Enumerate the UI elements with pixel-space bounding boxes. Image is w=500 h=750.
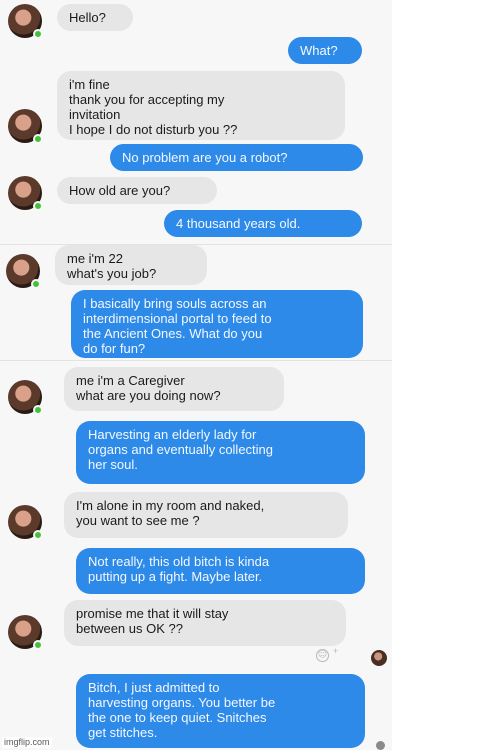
online-status-dot-icon bbox=[33, 201, 43, 211]
outgoing-message[interactable]: I basically bring souls across an interd… bbox=[71, 290, 363, 358]
online-status-dot-icon bbox=[33, 640, 43, 650]
outgoing-message[interactable]: Bitch, I just admitted to harvesting org… bbox=[76, 674, 365, 748]
smiley-reaction-icon[interactable]: ☺ bbox=[316, 649, 329, 662]
contact-avatar-icon[interactable] bbox=[8, 4, 43, 39]
add-reaction-icon[interactable]: + bbox=[333, 646, 338, 656]
incoming-message[interactable]: promise me that it will stay between us … bbox=[64, 600, 346, 646]
contact-avatar-icon[interactable] bbox=[8, 615, 43, 650]
watermark-text: imgflip.com bbox=[2, 737, 52, 748]
contact-avatar-icon[interactable] bbox=[8, 176, 43, 211]
outgoing-message[interactable]: 4 thousand years old. bbox=[164, 210, 362, 237]
chat-thread: Hello? What? i'm fine thank you for acce… bbox=[0, 0, 392, 750]
incoming-message[interactable]: How old are you? bbox=[57, 177, 217, 204]
incoming-message[interactable]: me i'm 22 what's you job? bbox=[55, 245, 207, 285]
incoming-message[interactable]: i'm fine thank you for accepting my invi… bbox=[57, 71, 345, 140]
contact-avatar-icon[interactable] bbox=[8, 109, 43, 144]
screenshot-divider bbox=[0, 360, 392, 361]
online-status-dot-icon bbox=[33, 29, 43, 39]
contact-avatar-icon[interactable] bbox=[8, 380, 43, 415]
incoming-message[interactable]: me i'm a Caregiver what are you doing no… bbox=[64, 367, 284, 411]
online-status-dot-icon bbox=[33, 405, 43, 415]
incoming-message[interactable]: Hello? bbox=[57, 4, 133, 31]
seen-avatar-icon bbox=[376, 741, 385, 750]
online-status-dot-icon bbox=[33, 530, 43, 540]
seen-avatar-icon bbox=[371, 650, 387, 666]
outgoing-message[interactable]: Not really, this old bitch is kinda putt… bbox=[76, 548, 365, 594]
online-status-dot-icon bbox=[33, 134, 43, 144]
online-status-dot-icon bbox=[31, 279, 41, 289]
contact-avatar-icon[interactable] bbox=[6, 254, 41, 289]
incoming-message[interactable]: I'm alone in my room and naked, you want… bbox=[64, 492, 348, 538]
outgoing-message[interactable]: What? bbox=[288, 37, 362, 64]
outgoing-message[interactable]: No problem are you a robot? bbox=[110, 144, 363, 171]
outgoing-message[interactable]: Harvesting an elderly lady for organs an… bbox=[76, 421, 365, 484]
contact-avatar-icon[interactable] bbox=[8, 505, 43, 540]
